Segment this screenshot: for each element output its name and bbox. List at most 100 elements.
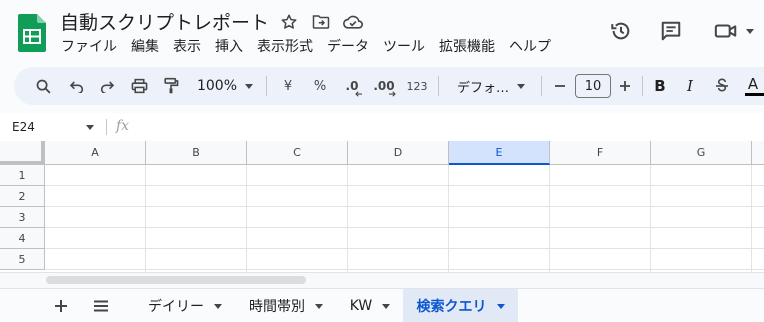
grid-cell[interactable] <box>247 228 348 249</box>
increase-decimal-button[interactable]: .00 <box>370 67 398 105</box>
grid-cell[interactable] <box>752 249 764 270</box>
grid-cell[interactable] <box>146 186 247 207</box>
comments-icon[interactable] <box>656 16 686 46</box>
menu-insert[interactable]: 挿入 <box>208 37 250 57</box>
number-format-button[interactable]: 123 <box>404 67 430 105</box>
row-header-2[interactable]: 2 <box>0 186 45 207</box>
decrease-font-size-button[interactable] <box>550 67 570 105</box>
history-icon[interactable] <box>606 16 636 46</box>
grid-cell[interactable] <box>449 165 550 186</box>
bold-button[interactable]: B <box>650 67 670 105</box>
grid-cell[interactable] <box>550 165 651 186</box>
grid-cell[interactable] <box>348 165 449 186</box>
redo-icon[interactable] <box>94 67 120 105</box>
grid-cell[interactable] <box>348 207 449 228</box>
grid-cell[interactable] <box>247 207 348 228</box>
column-header-a[interactable]: A <box>45 141 146 165</box>
chevron-down-icon[interactable] <box>382 303 391 309</box>
row-header-3[interactable]: 3 <box>0 207 45 228</box>
text-color-button[interactable]: A <box>742 67 764 105</box>
grid-cell[interactable] <box>348 186 449 207</box>
grid-cell[interactable] <box>752 186 764 207</box>
column-header-f[interactable]: F <box>550 141 651 165</box>
name-box[interactable]: E24 <box>12 117 100 137</box>
sheet-tab-daily[interactable]: デイリー <box>135 289 235 322</box>
grid-cell[interactable] <box>651 249 752 270</box>
grid-cell[interactable] <box>550 207 651 228</box>
grid-cell[interactable] <box>752 165 764 186</box>
grid-cell[interactable] <box>247 165 348 186</box>
row-header-5[interactable]: 5 <box>0 249 45 270</box>
grid-cell[interactable] <box>752 228 764 249</box>
grid-cell[interactable] <box>449 228 550 249</box>
grid-cell[interactable] <box>651 207 752 228</box>
grid-cell[interactable] <box>651 228 752 249</box>
grid-cell[interactable] <box>146 249 247 270</box>
chevron-down-icon[interactable] <box>315 303 323 309</box>
grid-cell[interactable] <box>45 165 146 186</box>
italic-button[interactable]: I <box>680 67 700 105</box>
chevron-down-icon[interactable] <box>496 303 505 309</box>
grid-cell[interactable] <box>146 207 247 228</box>
menu-format[interactable]: 表示形式 <box>250 37 320 57</box>
column-header-d[interactable]: D <box>348 141 449 165</box>
horizontal-scrollbar[interactable] <box>46 276 306 284</box>
grid-cell[interactable] <box>247 249 348 270</box>
grid-cell[interactable] <box>45 228 146 249</box>
grid-cell[interactable] <box>45 249 146 270</box>
grid-cell[interactable] <box>449 186 550 207</box>
font-select[interactable]: デフォ… <box>448 67 534 105</box>
row-header-1[interactable]: 1 <box>0 165 45 186</box>
strikethrough-icon[interactable] <box>712 67 732 105</box>
grid-cell[interactable] <box>146 228 247 249</box>
sheet-tab-kw[interactable]: KW <box>338 289 402 322</box>
grid-cell[interactable] <box>146 165 247 186</box>
column-header-c[interactable]: C <box>247 141 348 165</box>
zoom-select[interactable]: 100% <box>192 67 258 105</box>
cloud-saved-icon[interactable] <box>340 11 366 33</box>
menu-help[interactable]: ヘルプ <box>502 37 558 57</box>
grid-cell[interactable] <box>45 207 146 228</box>
row-header-4[interactable]: 4 <box>0 228 45 249</box>
grid-cell[interactable] <box>348 228 449 249</box>
grid-cell[interactable] <box>45 186 146 207</box>
all-sheets-button[interactable] <box>87 293 115 319</box>
meet-camera-icon[interactable] <box>710 16 758 46</box>
column-header-e[interactable]: E <box>449 141 550 165</box>
grid-cell[interactable] <box>449 249 550 270</box>
meet-dropdown-chevron-down-icon[interactable] <box>746 28 754 34</box>
increase-font-size-button[interactable] <box>615 67 635 105</box>
menu-data[interactable]: データ <box>320 37 376 57</box>
paint-format-icon[interactable] <box>158 67 184 105</box>
grid-cell[interactable] <box>550 186 651 207</box>
menu-tools[interactable]: ツール <box>376 37 432 57</box>
font-size-input[interactable]: 10 <box>575 74 611 98</box>
column-header-b[interactable]: B <box>146 141 247 165</box>
grid-cell[interactable] <box>651 165 752 186</box>
move-to-folder-icon[interactable] <box>308 11 334 33</box>
select-all-corner[interactable] <box>0 141 45 165</box>
grid-cell[interactable] <box>550 228 651 249</box>
column-header-g[interactable]: G <box>651 141 752 165</box>
grid-cell[interactable] <box>550 249 651 270</box>
menu-file[interactable]: ファイル <box>54 37 124 57</box>
sheets-logo-icon[interactable] <box>18 14 46 52</box>
grid-cell[interactable] <box>348 249 449 270</box>
add-sheet-button[interactable] <box>47 293 75 319</box>
sheet-tab-search-query[interactable]: 検索クエリ <box>403 289 518 322</box>
menu-view[interactable]: 表示 <box>166 37 208 57</box>
menu-edit[interactable]: 編集 <box>124 37 166 57</box>
formula-input[interactable] <box>140 117 740 137</box>
document-title[interactable]: 自動スクリプトレポート <box>60 8 269 35</box>
chevron-down-icon[interactable] <box>214 303 222 309</box>
grid-cell[interactable] <box>449 207 550 228</box>
search-menus-icon[interactable] <box>30 67 56 105</box>
grid-cell[interactable] <box>651 186 752 207</box>
grid-cell[interactable] <box>752 207 764 228</box>
format-percent-button[interactable]: % <box>309 67 331 105</box>
column-header-h[interactable] <box>752 141 764 165</box>
print-icon[interactable] <box>126 67 152 105</box>
undo-icon[interactable] <box>64 67 90 105</box>
sheet-tab-hourly[interactable]: 時間帯別 <box>236 289 336 322</box>
decrease-decimal-button[interactable]: .0 <box>339 67 365 105</box>
